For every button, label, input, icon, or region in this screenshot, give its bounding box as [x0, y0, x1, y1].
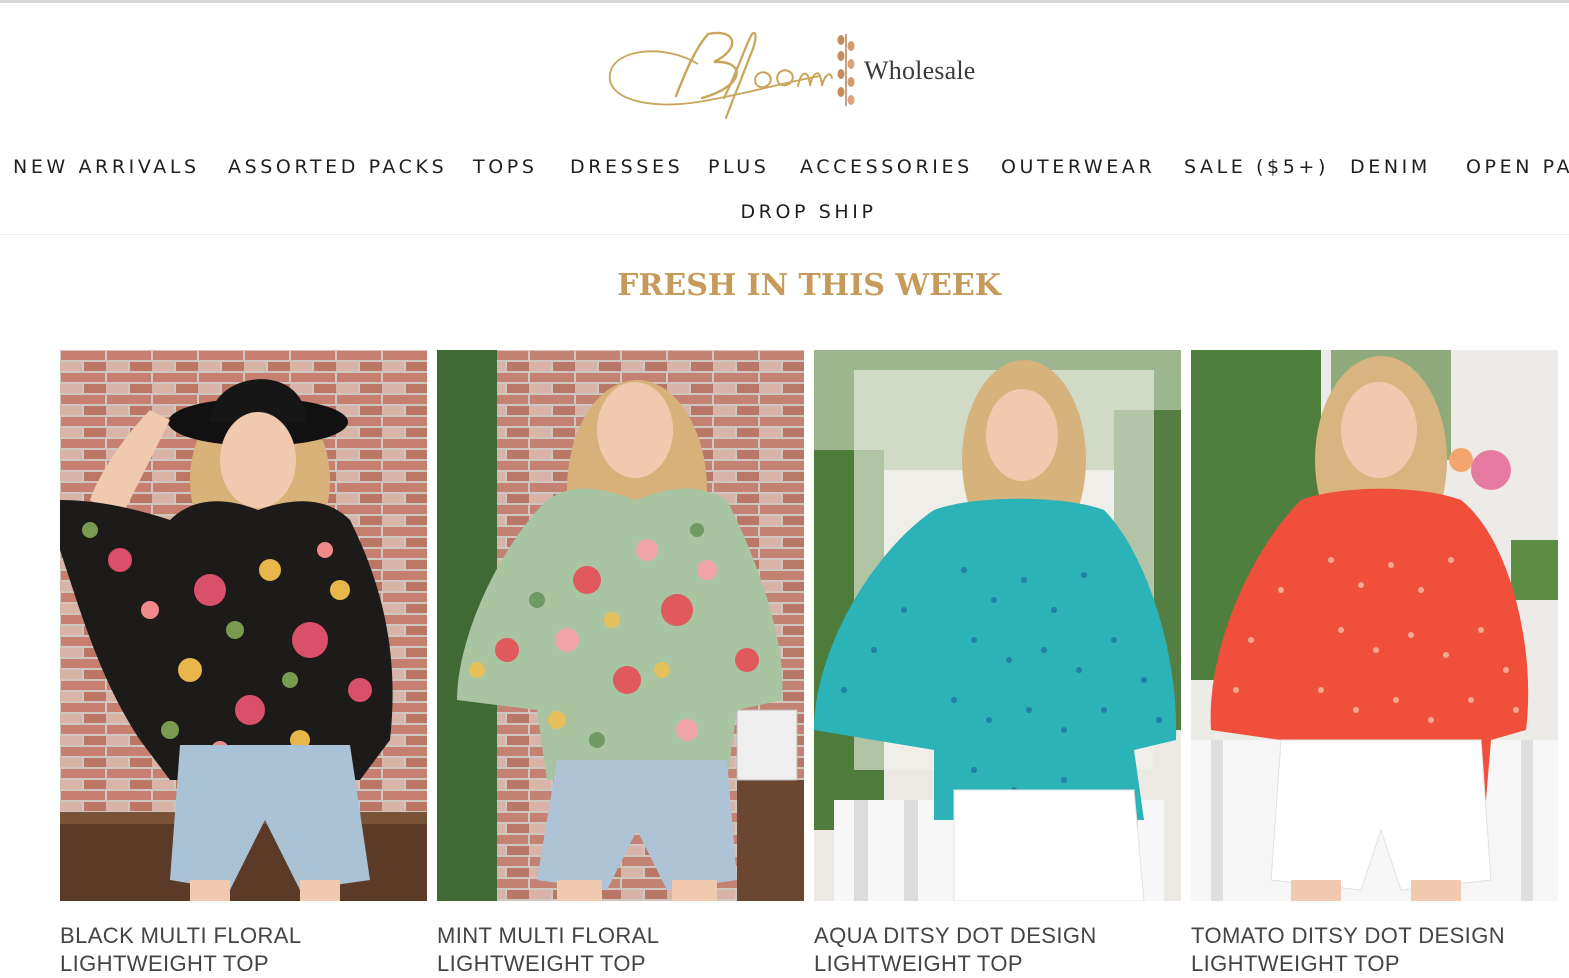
nav-assorted-packs[interactable]: ASSORTED PACKS — [228, 150, 447, 184]
nav-tops[interactable]: TOPS — [473, 150, 537, 184]
product-title[interactable]: BLACK MULTI FLORAL LIGHTWEIGHT TOP — [60, 922, 427, 978]
product-title-line: TOMATO DITSY DOT DESIGN — [1191, 923, 1505, 948]
product-image[interactable] — [814, 350, 1181, 901]
product-card[interactable]: TOMATO DITSY DOT DESIGN LIGHTWEIGHT TOP — [1191, 350, 1558, 978]
nav-drop-ship[interactable]: DROP SHIP — [740, 196, 876, 228]
product-title-line: MINT MULTI FLORAL — [437, 923, 660, 948]
nav-plus[interactable]: PLUS — [708, 150, 769, 184]
product-image[interactable] — [437, 350, 804, 901]
product-title-line: AQUA DITSY DOT DESIGN — [814, 923, 1097, 948]
product-card[interactable]: AQUA DITSY DOT DESIGN LIGHTWEIGHT TOP — [814, 350, 1181, 978]
brand-wordmark: Wholesale — [864, 56, 976, 85]
product-title-line: LIGHTWEIGHT TOP — [1191, 951, 1400, 976]
product-image[interactable] — [60, 350, 427, 901]
header-divider — [0, 234, 1569, 235]
product-title-line: LIGHTWEIGHT TOP — [60, 951, 269, 976]
product-title-line: LIGHTWEIGHT TOP — [437, 951, 646, 976]
main-navigation: NEW ARRIVALS ASSORTED PACKS TOPS DRESSES… — [0, 150, 1569, 184]
section-title: FRESH IN THIS WEEK — [617, 268, 1001, 303]
navigation-row-2: DROP SHIP — [0, 196, 1569, 228]
product-title-line: BLACK MULTI FLORAL — [60, 923, 302, 948]
product-title[interactable]: MINT MULTI FLORAL LIGHTWEIGHT TOP — [437, 922, 804, 978]
browser-top-rule — [0, 0, 1569, 3]
nav-accessories[interactable]: ACCESSORIES — [800, 150, 973, 184]
nav-sale[interactable]: SALE ($5+) — [1184, 150, 1329, 184]
product-card[interactable]: MINT MULTI FLORAL LIGHTWEIGHT TOP — [437, 350, 804, 978]
nav-new-arrivals[interactable]: NEW ARRIVALS — [13, 150, 200, 184]
nav-denim[interactable]: DENIM — [1350, 150, 1431, 184]
model-photo-icon — [60, 350, 427, 901]
model-photo-icon — [1191, 350, 1558, 901]
product-image[interactable] — [1191, 350, 1558, 901]
nav-open-packs[interactable]: OPEN PA — [1466, 150, 1569, 184]
product-title[interactable]: AQUA DITSY DOT DESIGN LIGHTWEIGHT TOP — [814, 922, 1181, 978]
product-title[interactable]: TOMATO DITSY DOT DESIGN LIGHTWEIGHT TOP — [1191, 922, 1558, 978]
nav-dresses[interactable]: DRESSES — [570, 150, 683, 184]
product-card[interactable]: BLACK MULTI FLORAL LIGHTWEIGHT TOP — [60, 350, 427, 978]
brand-logo[interactable]: Wholesale — [606, 26, 986, 122]
model-photo-icon — [814, 350, 1181, 901]
model-photo-icon — [437, 350, 804, 901]
product-title-line: LIGHTWEIGHT TOP — [814, 951, 1023, 976]
nav-outerwear[interactable]: OUTERWEAR — [1001, 150, 1155, 184]
